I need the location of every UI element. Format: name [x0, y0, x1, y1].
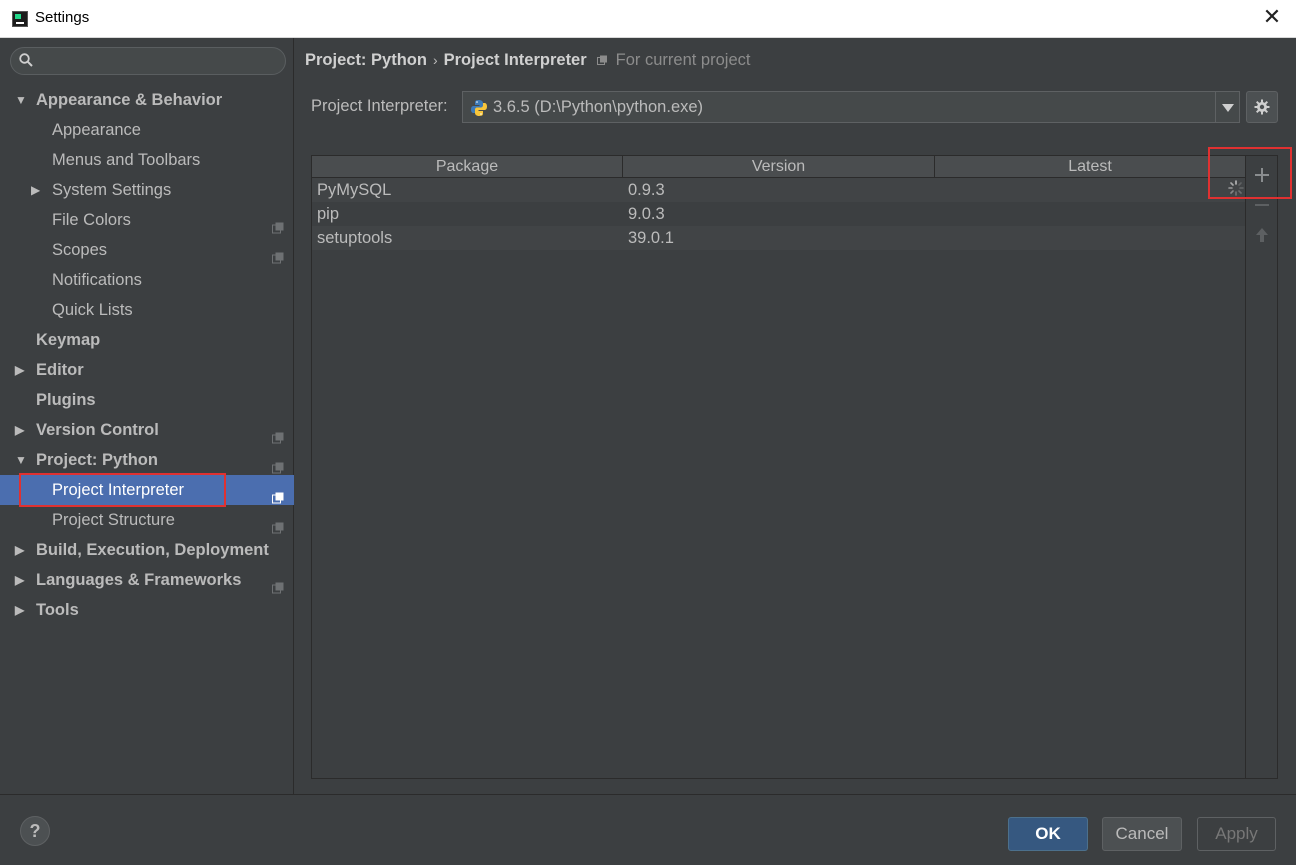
pycharm-app-icon	[12, 11, 28, 27]
package-table-header: Package Version Latest	[312, 156, 1245, 178]
main-panel: Project: Python › Project Interpreter For c…	[295, 38, 1296, 794]
upgrade-package-button[interactable]	[1246, 220, 1278, 250]
sidebar-item-label: Build, Execution, Deployment	[36, 541, 269, 559]
cell-package: PyMySQL	[317, 181, 392, 199]
breadcrumb-parent: Project: Python	[305, 51, 427, 69]
breadcrumb-separator: ›	[432, 52, 438, 68]
sidebar-item-label: Editor	[36, 361, 84, 379]
annotation-box-install-button	[1208, 147, 1292, 199]
project-scope-icon	[272, 214, 284, 234]
sidebar-item-scopes[interactable]: Scopes	[0, 235, 294, 265]
sidebar-item-tools[interactable]: ▶ Tools	[0, 595, 294, 625]
project-scope-icon	[596, 55, 607, 65]
project-scope-icon	[272, 514, 284, 534]
close-icon[interactable]: ✕	[1260, 6, 1284, 30]
project-scope-icon	[272, 484, 284, 504]
sidebar-item-quick-lists[interactable]: Quick Lists	[0, 295, 294, 325]
search-icon	[19, 53, 33, 67]
table-row[interactable]: PyMySQL 0.9.3	[312, 178, 1245, 202]
cell-package: pip	[317, 205, 340, 223]
sidebar-item-label: Tools	[36, 601, 79, 619]
sidebar-item-appearance[interactable]: Appearance	[0, 115, 294, 145]
sidebar-item-keymap[interactable]: Keymap	[0, 325, 294, 355]
cell-version: 0.9.3	[628, 181, 665, 199]
apply-button[interactable]: Apply	[1197, 817, 1276, 851]
interpreter-select[interactable]: 3.6.5 (D:\Python\python.exe)	[462, 91, 1240, 123]
help-button[interactable]: ?	[20, 816, 50, 846]
collapsed-arrow-icon[interactable]: ▶	[15, 355, 27, 385]
ok-button[interactable]: OK	[1008, 817, 1088, 851]
python-icon	[471, 100, 487, 116]
collapsed-arrow-icon[interactable]: ▶	[15, 415, 27, 445]
arrow-up-icon	[1256, 228, 1268, 242]
project-scope-icon	[272, 424, 284, 444]
interpreter-label: Project Interpreter:	[311, 97, 448, 115]
settings-sidebar: ▼ Appearance & Behavior Appearance Menus an…	[0, 38, 294, 794]
sidebar-item-label: Project: Python	[36, 451, 158, 469]
collapsed-arrow-icon[interactable]: ▶	[31, 175, 43, 205]
sidebar-item-label: Quick Lists	[52, 301, 133, 319]
sidebar-item-label: Menus and Toolbars	[52, 151, 201, 169]
title-bar: Settings ✕	[0, 0, 1296, 38]
cell-version: 39.0.1	[628, 229, 674, 247]
sidebar-item-label: Plugins	[36, 391, 96, 409]
sidebar-item-build-execution-deployment[interactable]: ▶ Build, Execution, Deployment	[0, 535, 294, 565]
sidebar-item-menus-and-toolbars[interactable]: Menus and Toolbars	[0, 145, 294, 175]
sidebar-item-file-colors[interactable]: File Colors	[0, 205, 294, 235]
breadcrumb-current: Project Interpreter	[443, 51, 587, 69]
package-toolbar	[1246, 155, 1278, 779]
collapsed-arrow-icon[interactable]: ▶	[15, 595, 27, 625]
cell-package: setuptools	[317, 229, 393, 247]
expanded-arrow-icon[interactable]: ▼	[15, 445, 27, 475]
sidebar-item-label: Appearance & Behavior	[36, 91, 223, 109]
column-header-version[interactable]: Version	[623, 156, 935, 178]
sidebar-item-label: Appearance	[52, 121, 141, 139]
sidebar-item-editor[interactable]: ▶ Editor	[0, 355, 294, 385]
cell-version: 9.0.3	[628, 205, 665, 223]
column-header-latest[interactable]: Latest	[935, 156, 1245, 178]
sidebar-item-label: Notifications	[52, 271, 142, 289]
cancel-button[interactable]: Cancel	[1102, 817, 1182, 851]
breadcrumb-scope: For current project	[615, 51, 751, 69]
annotation-box-project-interpreter	[19, 473, 226, 507]
sidebar-item-project-structure[interactable]: Project Structure	[0, 505, 294, 535]
collapsed-arrow-icon[interactable]: ▶	[15, 565, 27, 595]
sidebar-item-languages-frameworks[interactable]: ▶ Languages & Frameworks	[0, 565, 294, 595]
dialog-footer: ? OK Cancel Apply	[0, 794, 1296, 865]
sidebar-item-label: Scopes	[52, 241, 108, 259]
sidebar-item-label: Keymap	[36, 331, 101, 349]
chevron-down-icon[interactable]	[1215, 92, 1239, 122]
sidebar-item-version-control[interactable]: ▶ Version Control	[0, 415, 294, 445]
minus-icon	[1255, 204, 1269, 206]
sidebar-item-appearance-behavior[interactable]: ▼ Appearance & Behavior	[0, 85, 294, 115]
sidebar-item-plugins[interactable]: Plugins	[0, 385, 294, 415]
gear-icon	[1254, 99, 1270, 115]
breadcrumb: Project: Python › Project Interpreter For c…	[305, 51, 750, 70]
sidebar-item-label: File Colors	[52, 211, 131, 229]
table-row[interactable]: pip 9.0.3	[312, 202, 1245, 226]
column-header-package[interactable]: Package	[312, 156, 623, 178]
window-title: Settings	[35, 9, 90, 26]
package-table: Package Version Latest PyMySQL 0.9.3 pip 9.…	[311, 155, 1246, 779]
sidebar-item-system-settings[interactable]: ▶ System Settings	[0, 175, 294, 205]
table-row[interactable]: setuptools 39.0.1	[312, 226, 1245, 250]
sidebar-item-label: Languages & Frameworks	[36, 571, 242, 589]
project-scope-icon	[272, 454, 284, 474]
settings-search-input[interactable]	[10, 47, 286, 75]
sidebar-item-project-python[interactable]: ▼ Project: Python	[0, 445, 294, 475]
sidebar-item-label: Version Control	[36, 421, 159, 439]
sidebar-item-label: Project Structure	[52, 511, 175, 529]
project-scope-icon	[272, 244, 284, 264]
project-scope-icon	[272, 574, 284, 594]
sidebar-item-label: System Settings	[52, 181, 172, 199]
collapsed-arrow-icon[interactable]: ▶	[15, 535, 27, 565]
settings-tree: ▼ Appearance & Behavior Appearance Menus an…	[0, 85, 294, 625]
interpreter-settings-button[interactable]	[1246, 91, 1278, 123]
expanded-arrow-icon[interactable]: ▼	[15, 85, 27, 115]
interpreter-value: 3.6.5 (D:\Python\python.exe)	[493, 98, 704, 116]
sidebar-item-notifications[interactable]: Notifications	[0, 265, 294, 295]
